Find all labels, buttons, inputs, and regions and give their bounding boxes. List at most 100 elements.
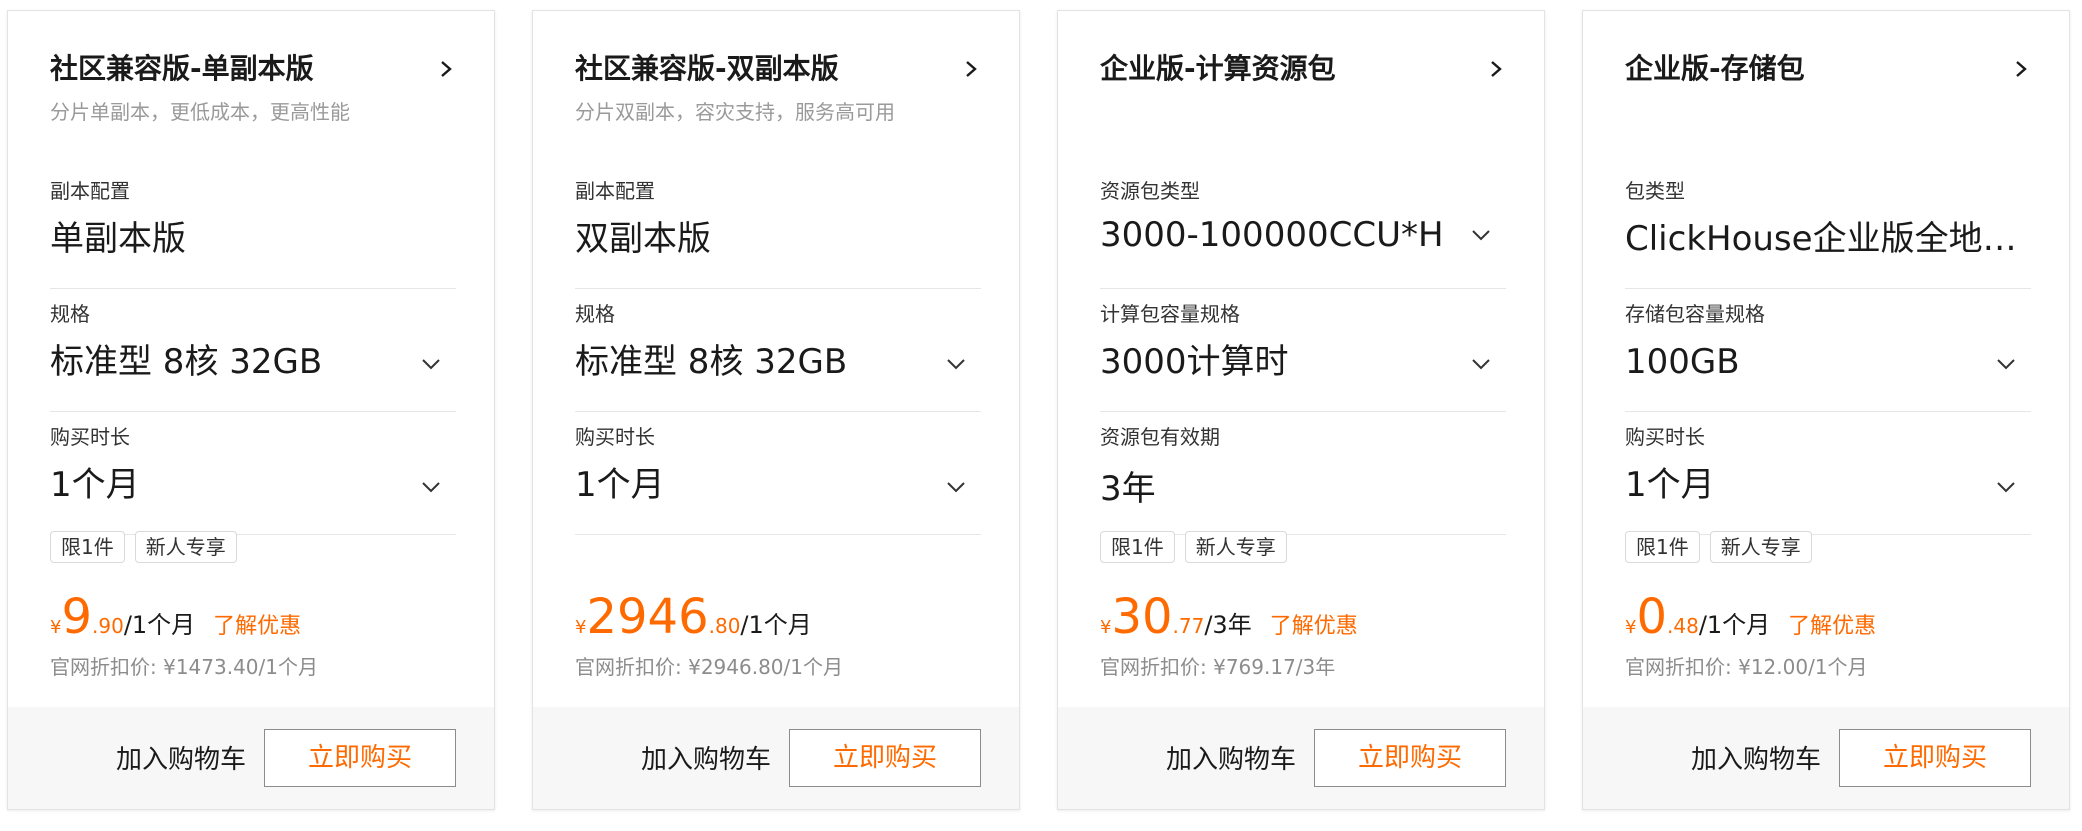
card-title: 企业版-计算资源包 [1100,52,1336,85]
tag-list: 限1件 新人专享 [50,531,247,565]
price-integer: 0 [1636,589,1667,645]
chevron-right-icon[interactable] [436,59,456,79]
tag-list: 限1件 新人专享 [1625,531,1822,565]
field-label: 资源包有效期 [1100,425,1220,449]
card-title: 社区兼容版-双副本版 [575,52,839,85]
field-duration-select[interactable]: 购买时长 1个月 [575,412,981,535]
chevron-right-icon[interactable] [2011,59,2031,79]
price-row: ¥30.77/3年 了解优惠 [1100,589,1358,645]
price-currency: ¥ [1625,617,1637,638]
original-price: 官网折扣价: ¥2946.80/1个月 [575,655,843,679]
add-to-cart-button[interactable]: 加入购物车 [1166,743,1296,777]
field-value[interactable]: 1个月 [50,460,420,510]
product-card-dual-replica: 社区兼容版-双副本版 分片双副本，容灾支持，服务高可用 副本配置 双副本版 规格… [532,10,1020,810]
chevron-right-icon[interactable] [1486,59,1506,79]
field-label: 购买时长 [50,425,130,449]
price-decimal: .80 [708,614,741,638]
price-unit: /1个月 [123,611,196,639]
field-value: ClickHouse企业版全地域存储包 [1625,219,2021,259]
chevron-down-icon[interactable] [420,353,442,375]
price-decimal: .77 [1172,614,1205,638]
product-cards: 社区兼容版-单副本版 分片单副本，更低成本，更高性能 副本配置 单副本版 规格 … [0,0,2082,831]
card-title: 社区兼容版-单副本版 [50,52,314,85]
field-duration-select[interactable]: 购买时长 1个月 [50,412,456,535]
chevron-down-icon[interactable] [1995,476,2017,498]
card-footer: 加入购物车 立即购买 [533,707,1019,809]
field-capacity-select[interactable]: 存储包容量规格 100GB [1625,289,2031,412]
tag-limit: 限1件 [1625,531,1700,563]
card-subtitle: 分片单副本，更低成本，更高性能 [50,100,350,124]
field-label: 规格 [575,302,615,326]
field-value[interactable]: 3000-100000CCU*H [1100,210,1470,260]
field-replica-config: 副本配置 双副本版 [575,166,981,289]
field-capacity-select[interactable]: 计算包容量规格 3000计算时 [1100,289,1506,412]
price-currency: ¥ [50,617,62,638]
price-integer: 9 [61,589,92,645]
tag-new-user: 新人专享 [1709,531,1812,563]
tag-limit: 限1件 [50,531,125,563]
field-value[interactable]: 100GB [1625,337,1995,387]
buy-now-button[interactable]: 立即购买 [789,729,981,787]
field-value[interactable]: 1个月 [575,460,945,510]
chevron-down-icon[interactable] [1470,224,1492,246]
card-footer: 加入购物车 立即购买 [1583,707,2069,809]
card-header: 企业版-存储包 [1625,49,2031,139]
field-value: 双副本版 [575,219,711,259]
field-spec-select[interactable]: 规格 标准型 8核 32GB [575,289,981,412]
card-header: 社区兼容版-单副本版 分片单副本，更低成本，更高性能 [50,49,456,139]
price-row: ¥9.90/1个月 了解优惠 [50,589,301,645]
original-price: 官网折扣价: ¥769.17/3年 [1100,655,1336,679]
price-currency: ¥ [1100,617,1112,638]
add-to-cart-button[interactable]: 加入购物车 [1691,743,1821,777]
promo-link[interactable]: 了解优惠 [1270,614,1358,639]
promo-link[interactable]: 了解优惠 [213,614,301,639]
field-validity: 资源包有效期 3年 [1100,412,1506,535]
field-value[interactable]: 标准型 8核 32GB [50,337,420,387]
field-spec-select[interactable]: 规格 标准型 8核 32GB [50,289,456,412]
card-footer: 加入购物车 立即购买 [1058,707,1544,809]
card-subtitle: 分片双副本，容灾支持，服务高可用 [575,100,895,124]
buy-now-button[interactable]: 立即购买 [1314,729,1506,787]
price-decimal: .90 [92,614,124,638]
promo-link[interactable]: 了解优惠 [1788,614,1876,639]
product-card-single-replica: 社区兼容版-单副本版 分片单副本，更低成本，更高性能 副本配置 单副本版 规格 … [7,10,495,810]
field-label: 副本配置 [50,179,130,203]
original-price: 官网折扣价: ¥12.00/1个月 [1625,655,1868,679]
price-row: ¥0.48/1个月 了解优惠 [1625,589,1876,645]
card-header: 企业版-计算资源包 [1100,49,1506,139]
field-replica-config: 副本配置 单副本版 [50,166,456,289]
field-value: 3年 [1100,469,1156,509]
buy-now-button[interactable]: 立即购买 [264,729,456,787]
chevron-down-icon[interactable] [1470,353,1492,375]
tag-limit: 限1件 [1100,531,1175,563]
card-header: 社区兼容版-双副本版 分片双副本，容灾支持，服务高可用 [575,49,981,139]
price-unit: /1个月 [740,611,812,639]
field-label: 购买时长 [1625,425,1705,449]
chevron-right-icon[interactable] [961,59,981,79]
field-pack-type-select[interactable]: 资源包类型 3000-100000CCU*H [1100,166,1506,289]
chevron-down-icon[interactable] [1995,353,2017,375]
field-value[interactable]: 标准型 8核 32GB [575,337,945,387]
field-value[interactable]: 1个月 [1625,460,1995,510]
field-label: 购买时长 [575,425,655,449]
price-integer: 30 [1111,589,1173,645]
field-value[interactable]: 3000计算时 [1100,337,1470,387]
chevron-down-icon[interactable] [945,476,967,498]
price-row: ¥2946.80/1个月 [575,589,812,645]
original-price: 官网折扣价: ¥1473.40/1个月 [50,655,318,679]
field-value: 单副本版 [50,219,186,259]
chevron-down-icon[interactable] [945,353,967,375]
buy-now-button[interactable]: 立即购买 [1839,729,2031,787]
tag-new-user: 新人专享 [1184,531,1287,563]
add-to-cart-button[interactable]: 加入购物车 [641,743,771,777]
add-to-cart-button[interactable]: 加入购物车 [116,743,246,777]
card-title: 企业版-存储包 [1625,52,1805,85]
field-label: 副本配置 [575,179,655,203]
chevron-down-icon[interactable] [420,476,442,498]
field-duration-select[interactable]: 购买时长 1个月 [1625,412,2031,535]
price-unit: /3年 [1204,611,1252,639]
field-label: 规格 [50,302,90,326]
field-pack-type: 包类型 ClickHouse企业版全地域存储包 [1625,166,2031,289]
field-label: 存储包容量规格 [1625,302,1765,326]
price-currency: ¥ [575,617,587,638]
